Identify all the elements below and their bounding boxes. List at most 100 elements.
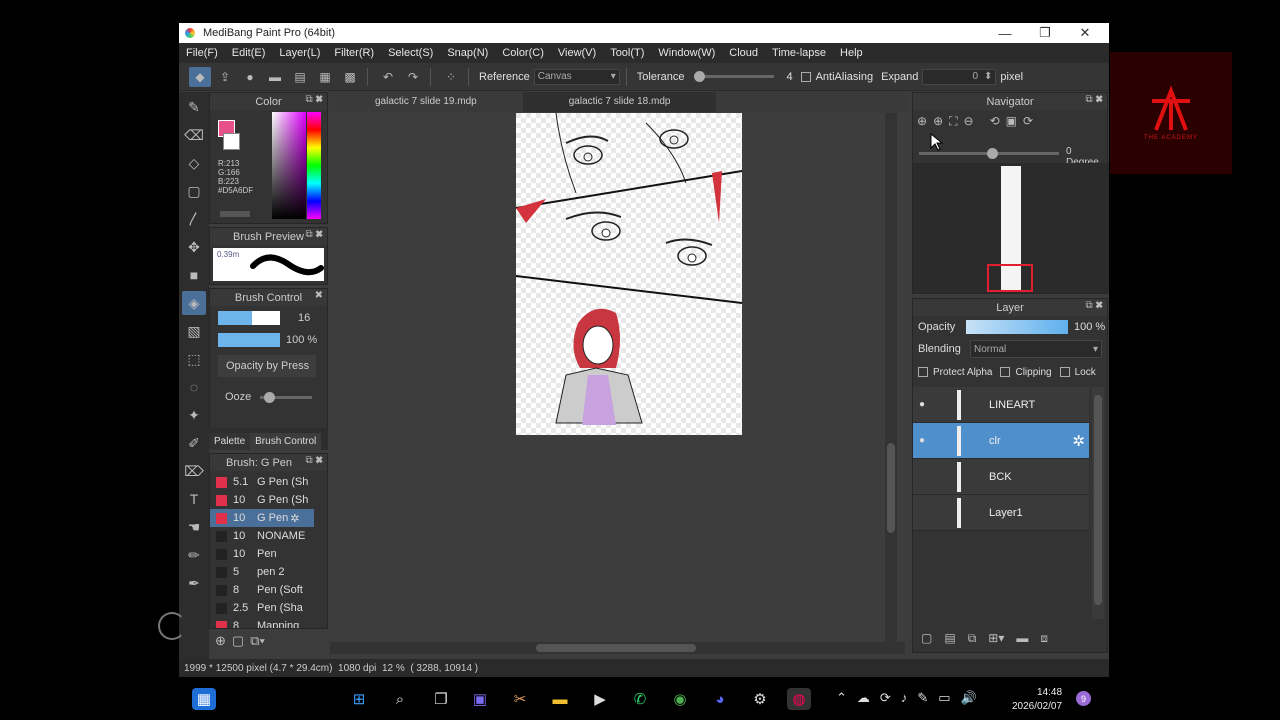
menu-help[interactable]: Help xyxy=(840,47,863,59)
widgets-icon[interactable]: ▦ xyxy=(192,688,216,710)
brush-item[interactable]: 10 Pen xyxy=(210,545,314,563)
menu-tool[interactable]: Tool(T) xyxy=(610,47,644,59)
settings-app-icon[interactable]: ⚙ xyxy=(748,688,772,710)
brush-menu-icon[interactable]: ⧉▾ xyxy=(250,633,265,649)
menu-layer[interactable]: Layer(L) xyxy=(279,47,320,59)
panel-grid-icon[interactable]: ▩ xyxy=(339,67,361,87)
menu-cloud[interactable]: Cloud xyxy=(729,47,758,59)
tab-slide-18[interactable]: galactic 7 slide 18.mdp xyxy=(522,92,717,112)
select-pen-icon[interactable]: ✐ xyxy=(182,431,206,455)
antialias-checkbox[interactable] xyxy=(800,71,811,82)
magic-wand-icon[interactable]: ✦ xyxy=(182,403,206,427)
panel-popout-close-icon[interactable]: ⧉ ✖ xyxy=(305,94,323,105)
fill-rect-icon[interactable]: ■ xyxy=(182,263,206,287)
layer-opacity-slider[interactable] xyxy=(966,320,1068,334)
microphone-icon[interactable]: ♪ xyxy=(901,690,908,706)
undo-icon[interactable]: ↶ xyxy=(377,67,399,87)
rectangle-tool-icon[interactable]: ▢ xyxy=(182,179,206,203)
tray-chevron-up-icon[interactable]: ⌃ xyxy=(836,690,847,706)
lock-checkbox[interactable] xyxy=(1059,367,1070,377)
clock[interactable]: 14:48 2026/02/07 xyxy=(1012,686,1062,714)
add-brush-icon[interactable]: ⊕ xyxy=(215,633,226,649)
select-rect-icon[interactable]: ⬚ xyxy=(182,347,206,371)
tray-sync-icon[interactable]: ⟳ xyxy=(880,690,891,706)
brush-opacity-slider[interactable] xyxy=(218,333,280,347)
brush-item[interactable]: 8 Pen (Soft xyxy=(210,581,314,599)
duplicate-layer-icon[interactable]: ⧉ xyxy=(968,631,977,646)
meet-icon[interactable]: ▣ xyxy=(468,688,492,710)
panel-popout-close-icon[interactable]: ⧉ ✖ xyxy=(1085,300,1103,311)
fit-window-icon[interactable]: ▣ xyxy=(1006,114,1017,129)
expand-input[interactable]: 0 ⬍ xyxy=(922,68,997,85)
brush-tool-icon[interactable]: 〳 xyxy=(182,207,206,231)
add-layer-menu-icon[interactable]: ⊞▾ xyxy=(988,631,1004,646)
tab-palette[interactable]: Palette xyxy=(209,433,251,450)
brush-item[interactable]: 8 Mapping xyxy=(210,617,314,628)
whatsapp-icon[interactable]: ✆ xyxy=(628,688,652,710)
protect-alpha-checkbox[interactable] xyxy=(918,367,928,377)
discord-icon[interactable]: ◕ xyxy=(708,688,732,710)
start-icon[interactable]: ⊞ xyxy=(347,688,371,710)
eyedropper-icon[interactable]: ✒ xyxy=(182,571,206,595)
ooze-slider[interactable] xyxy=(260,392,312,403)
tab-brush-control[interactable]: Brush Control xyxy=(250,433,322,450)
gradient-tool-icon[interactable]: ▧ xyxy=(182,319,206,343)
selection-dots-icon[interactable]: ⁘ xyxy=(440,67,462,87)
merge-layer-icon[interactable]: ⧈ xyxy=(1040,631,1048,646)
menu-snap[interactable]: Snap(N) xyxy=(447,47,488,59)
navigator-viewport[interactable] xyxy=(987,264,1033,292)
panel-popout-close-icon[interactable]: ⧉ ✖ xyxy=(305,229,323,240)
clipping-checkbox[interactable] xyxy=(1000,367,1011,377)
brush-item[interactable]: 10 NONAME xyxy=(210,527,314,545)
navigator-preview[interactable] xyxy=(913,163,1109,293)
tab-slide-19[interactable]: galactic 7 slide 19.mdp xyxy=(329,92,523,112)
zoom-in-2-icon[interactable]: ⊕ xyxy=(933,114,943,129)
tolerance-slider[interactable] xyxy=(694,71,775,82)
document-canvas[interactable] xyxy=(516,113,742,435)
move-tool-icon[interactable]: ✥ xyxy=(182,235,206,259)
vertical-scrollbar[interactable] xyxy=(885,113,897,654)
vertical-scroll-thumb[interactable] xyxy=(887,443,895,533)
reference-select[interactable]: Canvas ▾ xyxy=(533,68,620,85)
medibang-taskbar-icon[interactable]: ◍ xyxy=(787,688,811,710)
speech-bubble-2-icon[interactable]: ▬ xyxy=(264,67,286,87)
notification-badge[interactable]: 9 xyxy=(1076,691,1091,706)
bucket-tool-icon[interactable]: ◈ xyxy=(182,291,206,315)
new-layer-icon[interactable]: ▢ xyxy=(921,631,932,646)
search-icon[interactable]: ⌕ xyxy=(388,688,412,710)
menu-window[interactable]: Window(W) xyxy=(658,47,715,59)
horizontal-scroll-thumb[interactable] xyxy=(536,644,696,652)
brush-settings-gear-icon[interactable]: ✲ xyxy=(290,512,299,525)
layer-scrollbar[interactable] xyxy=(1092,387,1104,619)
brush-item[interactable]: 2.5 Pen (Sha xyxy=(210,599,314,617)
opacity-by-pressure-row[interactable]: Opacity by Press xyxy=(218,355,316,377)
background-color-swatch[interactable] xyxy=(223,133,240,150)
menu-color[interactable]: Color(C) xyxy=(502,47,544,59)
hand-tool-icon[interactable]: ☚ xyxy=(182,515,206,539)
select-eraser-icon[interactable]: ⌦ xyxy=(182,459,206,483)
bucket-mode-icon[interactable]: ◆ xyxy=(189,66,211,87)
layer-row-layer1[interactable]: Layer1 xyxy=(913,495,1089,531)
panel-popout-close-icon[interactable]: ✖ xyxy=(315,290,323,301)
volume-icon[interactable]: 🔊 xyxy=(961,690,977,706)
visibility-dot-icon[interactable]: ● xyxy=(913,399,931,410)
new-brush-icon[interactable]: ▢ xyxy=(232,633,244,649)
brush-item[interactable]: 10 G Pen (Sh xyxy=(210,491,314,509)
zoom-in-icon[interactable]: ⊕ xyxy=(917,114,927,129)
document-icon[interactable]: ▤ xyxy=(289,67,311,87)
menu-file[interactable]: File(F) xyxy=(186,47,218,59)
menu-timelapse[interactable]: Time-lapse xyxy=(772,47,826,59)
folder-icon[interactable]: ▬ xyxy=(1016,631,1028,646)
menu-select[interactable]: Select(S) xyxy=(388,47,433,59)
lasso-icon[interactable]: ◌ xyxy=(182,375,206,399)
app-icon[interactable]: ✂ xyxy=(508,688,532,710)
zoom-out-icon[interactable]: ⊖ xyxy=(964,114,974,129)
menu-view[interactable]: View(V) xyxy=(558,47,596,59)
new-halftone-layer-icon[interactable]: ▤ xyxy=(944,631,955,646)
layer-settings-gear-icon[interactable]: ✲ xyxy=(1072,432,1085,450)
redo-icon[interactable]: ↷ xyxy=(402,67,424,87)
menu-filter[interactable]: Filter(R) xyxy=(334,47,374,59)
layer-row-bck[interactable]: BCK xyxy=(913,459,1089,495)
minimize-icon[interactable]: — xyxy=(985,23,1025,43)
rotate-right-icon[interactable]: ⟳ xyxy=(1023,114,1033,129)
